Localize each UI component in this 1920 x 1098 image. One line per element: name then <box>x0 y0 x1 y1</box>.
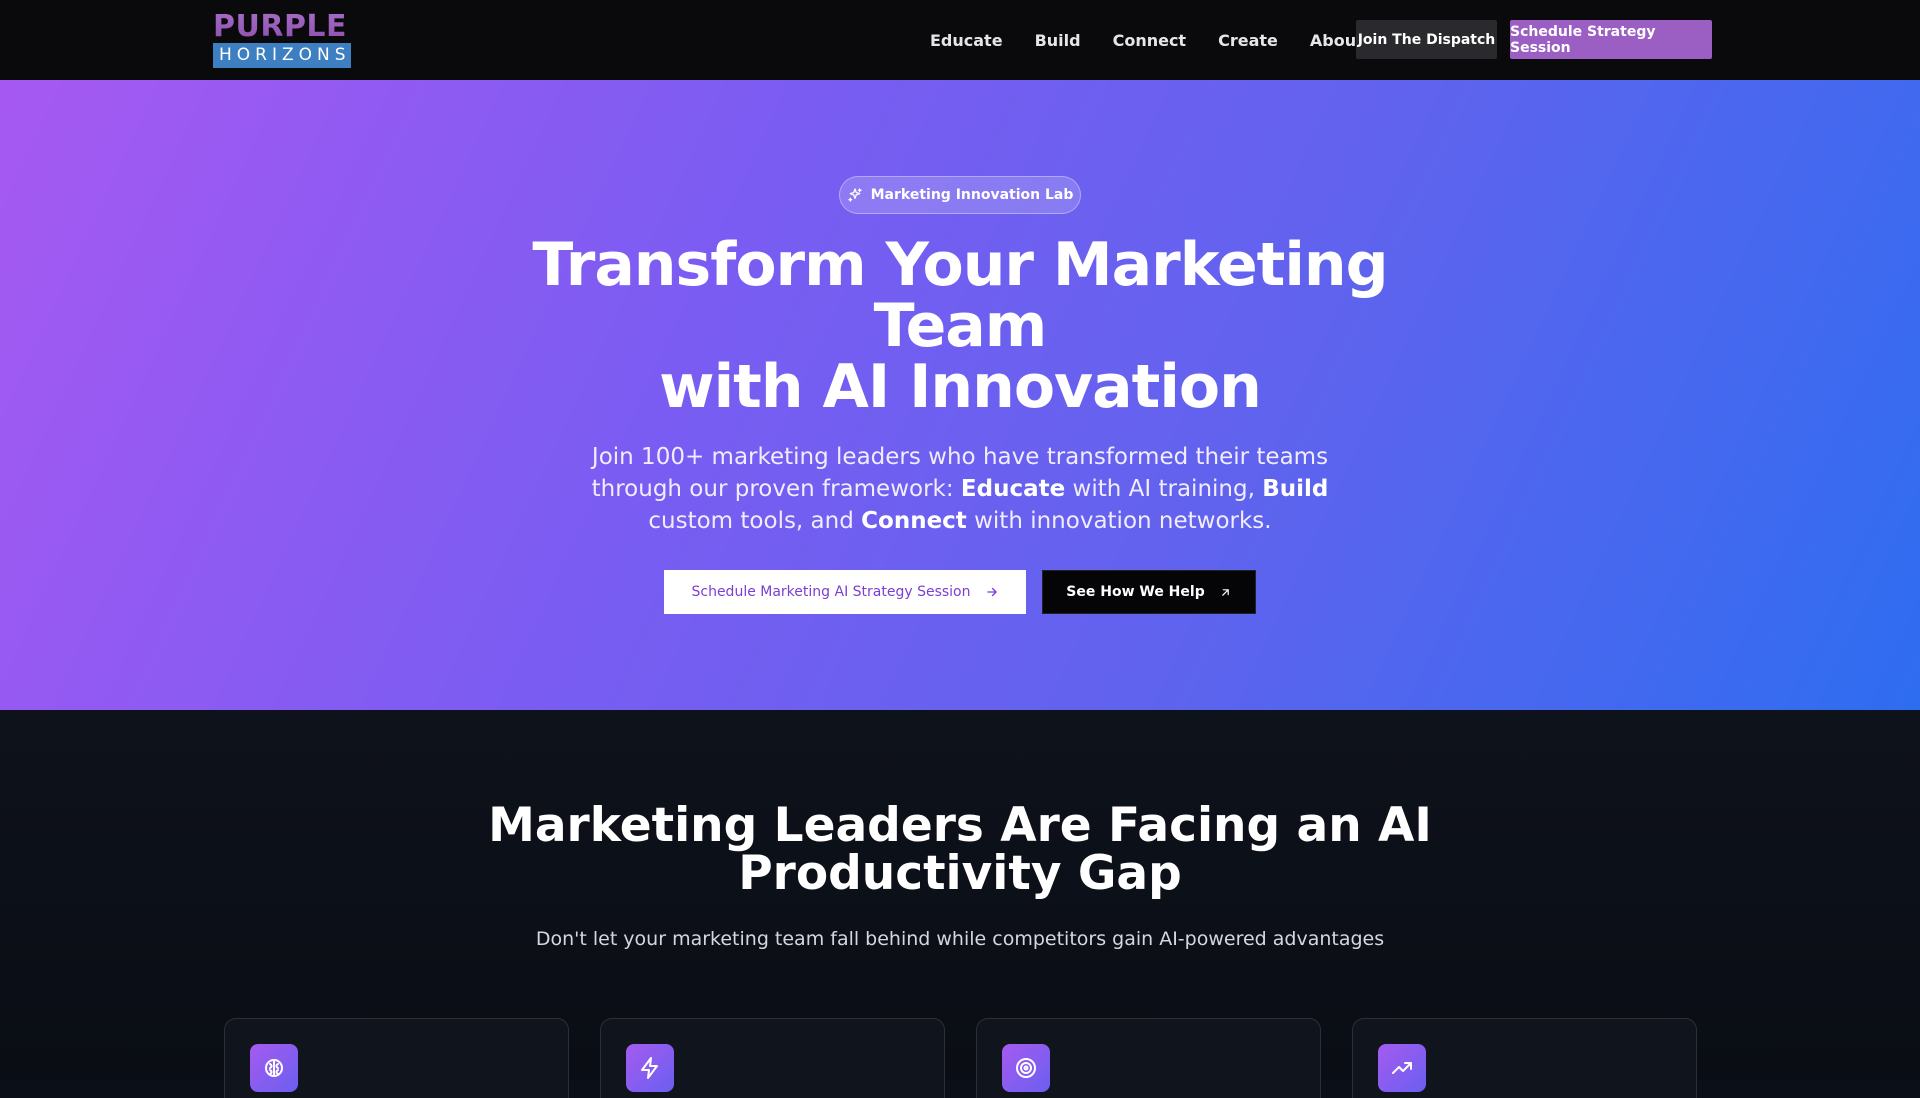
brain-icon <box>250 1044 298 1092</box>
sparkle-icon <box>847 188 862 202</box>
hero-sub-connect: Connect <box>861 508 967 534</box>
hero-sub-part-3: custom tools, and <box>648 508 862 534</box>
nav-link-build[interactable]: Build <box>1035 31 1081 50</box>
logo-wordmark-bottom: HORIZONS <box>213 43 351 68</box>
see-how-we-help-button[interactable]: See How We Help <box>1042 570 1256 614</box>
schedule-strategy-button[interactable]: Schedule Strategy Session <box>1510 20 1712 59</box>
gap-title-line-1: Marketing Leaders Are Facing an AI <box>488 798 1432 853</box>
hero-title-line-1: Transform Your Marketing <box>532 230 1388 300</box>
gap-card-2 <box>600 1018 945 1098</box>
lightning-icon <box>626 1044 674 1092</box>
arrow-up-right-icon <box>1221 588 1229 596</box>
hero-sub-educate: Educate <box>960 476 1066 502</box>
hero-subtitle: Join 100+ marketing leaders who have tra… <box>560 441 1360 537</box>
cta-primary-label: Schedule Marketing AI Strategy Session <box>691 584 971 600</box>
gap-card-3 <box>976 1018 1321 1098</box>
nav-link-educate[interactable]: Educate <box>930 31 1003 50</box>
arrow-right-icon <box>986 587 997 597</box>
hero-title-line-3: with AI Innovation <box>659 352 1262 422</box>
hero-sub-part-4: with innovation networks. <box>966 508 1272 534</box>
purple-horizons-logo[interactable]: PURPLE HORIZONS <box>213 12 351 68</box>
hero-title-line-2: Team <box>873 291 1048 361</box>
nav-link-connect[interactable]: Connect <box>1113 31 1187 50</box>
badge-label: Marketing Innovation Lab <box>870 187 1074 203</box>
gap-title-line-2: Productivity Gap <box>738 846 1182 901</box>
join-dispatch-button[interactable]: Join The Dispatch <box>1356 20 1497 59</box>
gap-card-1 <box>224 1018 569 1098</box>
top-navigation: PURPLE HORIZONS Educate Build Connect Cr… <box>0 0 1920 80</box>
cta-secondary-label: See How We Help <box>1066 584 1205 600</box>
schedule-marketing-ai-session-button[interactable]: Schedule Marketing AI Strategy Session <box>664 570 1026 614</box>
hero-section: Marketing Innovation Lab Transform Your … <box>0 80 1920 710</box>
productivity-gap-section: Marketing Leaders Are Facing an AI Produ… <box>0 710 1920 1098</box>
nav-link-create[interactable]: Create <box>1218 31 1278 50</box>
nav-links: Educate Build Connect Create About <box>930 0 1396 80</box>
hero-title: Transform Your Marketing Team with AI In… <box>460 235 1460 418</box>
gap-section-title: Marketing Leaders Are Facing an AI Produ… <box>460 802 1460 898</box>
hero-sub-part-2: with AI training, <box>1065 476 1263 502</box>
target-icon <box>1002 1044 1050 1092</box>
gap-section-subtitle: Don't let your marketing team fall behin… <box>535 928 1385 950</box>
innovation-lab-badge: Marketing Innovation Lab <box>839 176 1081 214</box>
gap-card-4 <box>1352 1018 1697 1098</box>
hero-sub-build: Build <box>1262 476 1329 502</box>
logo-wordmark-top: PURPLE <box>213 12 351 42</box>
trending-up-icon <box>1378 1044 1426 1092</box>
